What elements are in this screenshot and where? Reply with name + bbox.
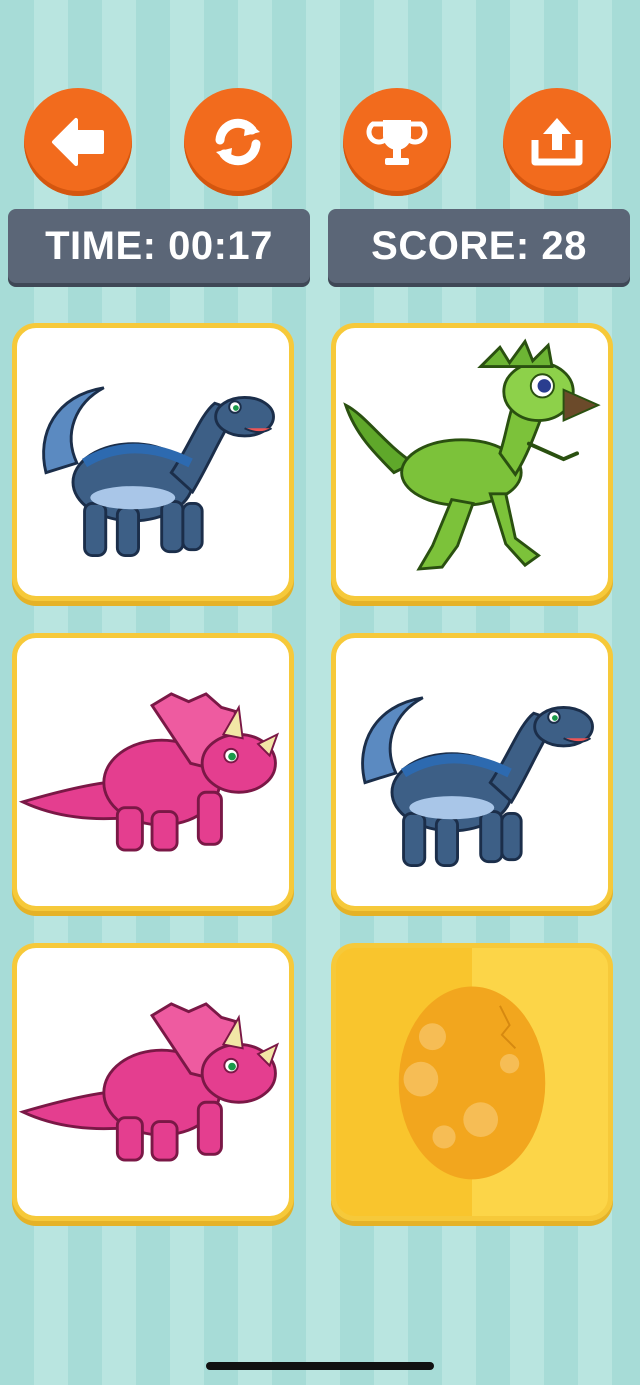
card-blue-brontosaurus[interactable] — [12, 323, 294, 601]
trophy-button[interactable] — [343, 88, 451, 196]
score-text: SCORE: 28 — [371, 223, 587, 268]
egg-icon — [398, 986, 546, 1180]
blue-brontosaurus-icon — [361, 696, 594, 867]
share-upload-icon — [531, 118, 583, 166]
refresh-icon — [215, 118, 261, 166]
green-raptor-icon — [343, 338, 601, 571]
pink-triceratops-icon — [18, 1002, 280, 1162]
time-text: TIME: 00:17 — [45, 223, 273, 268]
card-green-raptor[interactable] — [331, 323, 613, 601]
trophy-icon — [366, 120, 428, 165]
back-button[interactable] — [24, 88, 132, 196]
card-face-down[interactable] — [331, 943, 613, 1221]
home-indicator[interactable] — [206, 1362, 434, 1370]
arrow-left-icon — [52, 118, 104, 166]
time-display: TIME: 00:17 — [8, 209, 310, 283]
restart-button[interactable] — [184, 88, 292, 196]
blue-brontosaurus-icon — [42, 386, 275, 557]
card-blue-brontosaurus[interactable] — [331, 633, 613, 911]
pink-triceratops-icon — [18, 692, 280, 852]
card-pink-triceratops[interactable] — [12, 633, 294, 911]
share-button[interactable] — [503, 88, 611, 196]
score-display: SCORE: 28 — [328, 209, 630, 283]
card-pink-triceratops[interactable] — [12, 943, 294, 1221]
